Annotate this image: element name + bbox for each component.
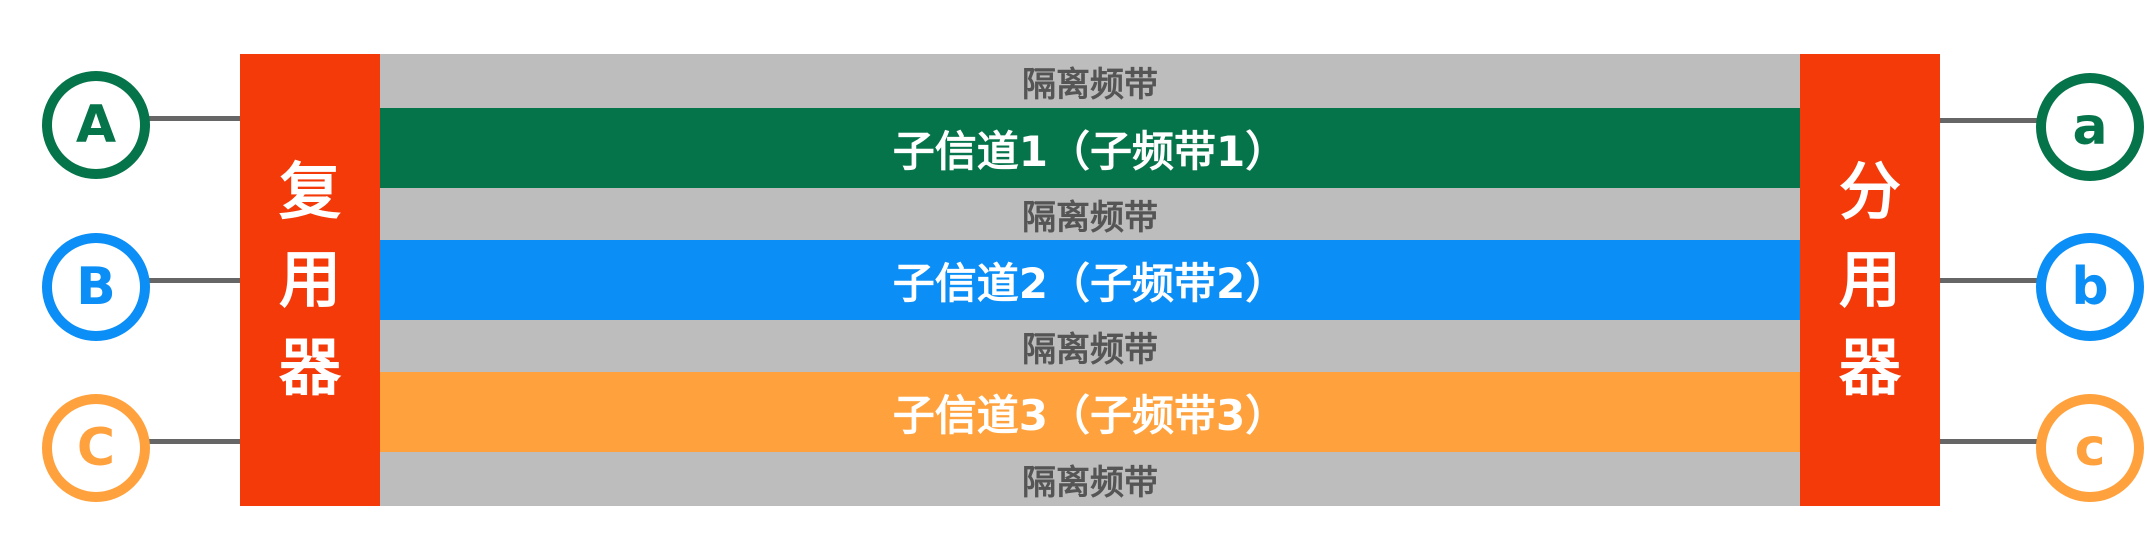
demultiplexer-box: 分 用 器 <box>1800 54 1940 506</box>
demultiplexer-char-1: 分 <box>1838 154 1901 228</box>
input-circle-c: C <box>42 394 150 502</box>
input-circle-a: A <box>42 71 150 179</box>
guard-band-4: 隔离频带 <box>380 452 1800 506</box>
input-circle-b: B <box>42 233 150 341</box>
multiplexer-char-3: 器 <box>278 331 341 405</box>
output-wire-a <box>1940 118 2040 123</box>
multiplexer-box: 复 用 器 <box>240 54 380 506</box>
guard-band-1: 隔离频带 <box>380 54 1800 108</box>
multiplexer-char-2: 用 <box>278 242 341 316</box>
output-circle-c: c <box>2036 394 2144 502</box>
guard-band-3: 隔离频带 <box>380 320 1800 372</box>
input-wire-b <box>138 278 240 283</box>
subchannel-3: 子信道3（子频带3） <box>380 372 1800 452</box>
demultiplexer-char-3: 器 <box>1838 331 1901 405</box>
input-wire-c <box>138 439 240 444</box>
output-circle-b: b <box>2036 233 2144 341</box>
subchannel-2: 子信道2（子频带2） <box>380 240 1800 320</box>
multiplexer-char-1: 复 <box>278 154 341 228</box>
output-circle-a: a <box>2036 73 2144 181</box>
output-wire-b <box>1940 278 2040 283</box>
output-wire-c <box>1940 439 2040 444</box>
input-wire-a <box>138 116 240 121</box>
subchannel-1: 子信道1（子频带1） <box>380 108 1800 188</box>
demultiplexer-char-2: 用 <box>1838 242 1901 316</box>
guard-band-2: 隔离频带 <box>380 188 1800 240</box>
